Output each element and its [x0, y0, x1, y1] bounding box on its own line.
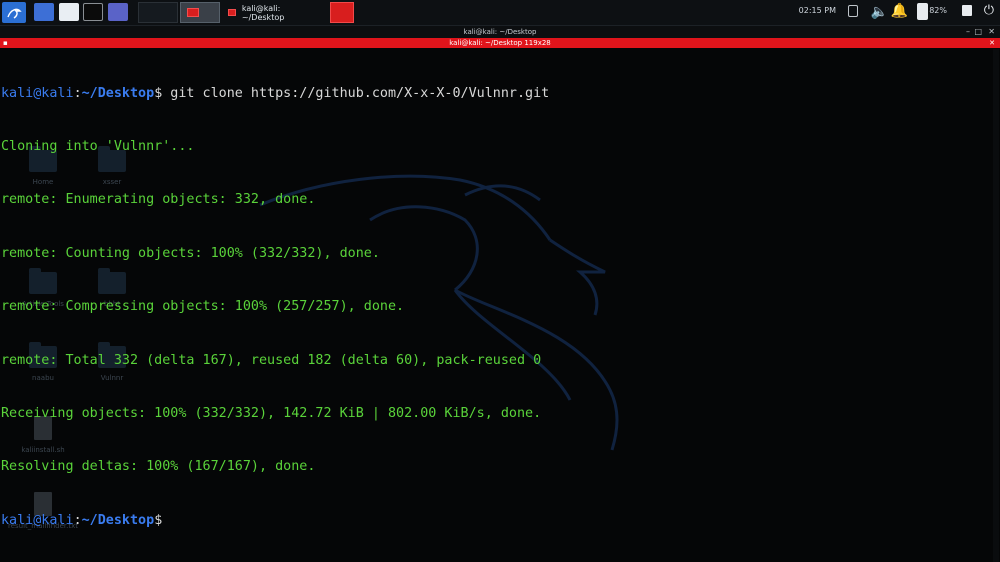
- terminal-tab-bar[interactable]: ▪ kali@kali: ~/Desktop 119x28 ✕: [0, 38, 1000, 48]
- prompt-user: kali@kali: [1, 85, 74, 101]
- top-panel: kali@kali: ~/Desktop 02:15 PM 🔈 🔔 82% ⏻: [0, 0, 1000, 26]
- terminal-red-icon: [187, 8, 199, 17]
- battery-percentage: 82%: [929, 6, 947, 15]
- prompt-line-current: kali@kali:~/Desktop$: [1, 512, 991, 530]
- battery-icon[interactable]: [917, 3, 928, 20]
- window-title: kali@kali: ~/Desktop: [463, 28, 537, 36]
- workspace-2-button[interactable]: [180, 2, 220, 23]
- close-icon[interactable]: ✕: [988, 26, 995, 38]
- power-icon[interactable]: ⏻: [984, 3, 994, 18]
- taskbar-terminal-label: kali@kali: ~/Desktop: [241, 3, 285, 22]
- terminal-scrollbar[interactable]: [993, 49, 999, 562]
- volume-icon[interactable]: 🔈: [871, 4, 888, 20]
- lock-icon[interactable]: [962, 5, 972, 16]
- maximize-icon[interactable]: □: [974, 26, 982, 38]
- prompt-separator: :: [73, 85, 82, 101]
- output-line: Resolving deltas: 100% (167/167), done.: [1, 459, 316, 475]
- prompt-path: ~/Desktop: [81, 512, 155, 528]
- output-line: remote: Counting objects: 100% (332/332)…: [1, 245, 380, 261]
- taskbar-terminal-item[interactable]: kali@kali: ~/Desktop: [222, 2, 324, 23]
- prompt-dollar: $: [154, 512, 163, 528]
- workspace-switcher-icon[interactable]: [34, 3, 54, 21]
- prompt-line-command: kali@kali:~/Desktop$ git clone https://g…: [1, 85, 991, 103]
- browser-launcher-icon[interactable]: [108, 3, 128, 21]
- prompt-separator: :: [73, 512, 82, 528]
- output-line: remote: Total 332 (delta 167), reused 18…: [1, 352, 542, 368]
- minimize-icon[interactable]: –: [966, 26, 970, 38]
- terminal-output[interactable]: kali@kali:~/Desktop$ git clone https://g…: [1, 49, 991, 547]
- terminal-red-icon: [228, 9, 236, 16]
- file-manager-icon[interactable]: [59, 3, 79, 21]
- clock[interactable]: 02:15 PM: [799, 6, 836, 15]
- taskbar-red-item[interactable]: [330, 2, 354, 23]
- prompt-user: kali@kali: [1, 512, 74, 528]
- terminal-launcher-icon[interactable]: [83, 3, 103, 21]
- terminal-tab-title: kali@kali: ~/Desktop 119x28: [449, 39, 551, 47]
- output-line: remote: Enumerating objects: 332, done.: [1, 192, 316, 208]
- prompt-path: ~/Desktop: [81, 85, 155, 101]
- tab-menu-icon[interactable]: ▪: [3, 38, 8, 48]
- workspace-1-button[interactable]: [138, 2, 178, 23]
- tab-close-icon[interactable]: ✕: [989, 38, 995, 48]
- kali-menu-icon[interactable]: [2, 2, 26, 23]
- command-text: git clone https://github.com/X-x-X-0/Vul…: [162, 85, 550, 101]
- notification-bell-icon[interactable]: 🔔: [891, 3, 908, 19]
- output-line: Receiving objects: 100% (332/332), 142.7…: [1, 405, 542, 421]
- mail-icon[interactable]: [848, 5, 858, 17]
- window-titlebar[interactable]: kali@kali: ~/Desktop – □ ✕: [0, 26, 1000, 38]
- output-line: Cloning into 'Vulnnr'...: [1, 138, 195, 154]
- output-line: remote: Compressing objects: 100% (257/2…: [1, 299, 405, 315]
